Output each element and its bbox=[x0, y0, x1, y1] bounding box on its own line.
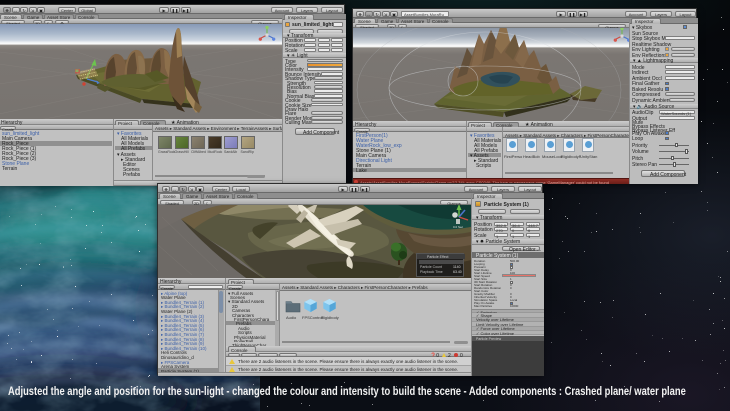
svg-text:0.0 Sec: 0.0 Sec bbox=[453, 225, 464, 229]
